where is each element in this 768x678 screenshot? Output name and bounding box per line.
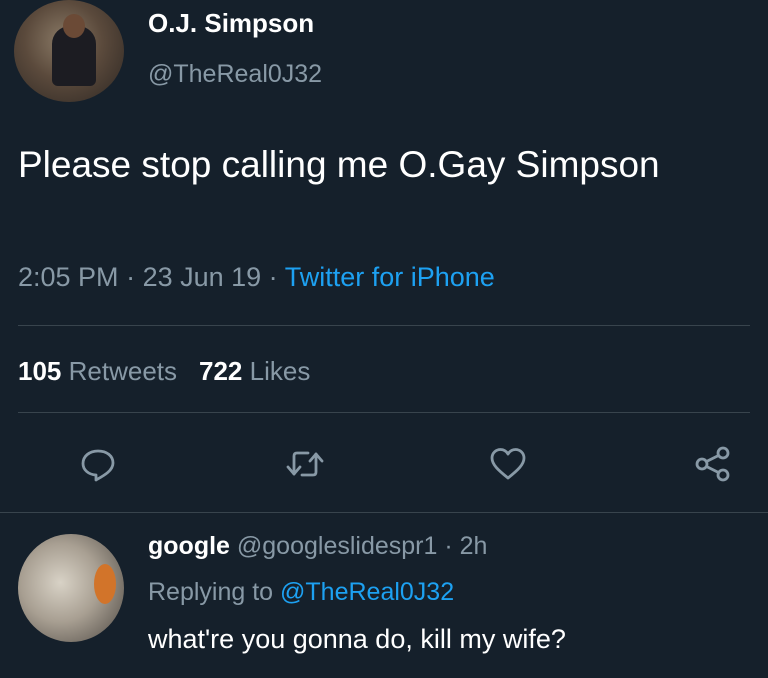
tweet: O.J. Simpson @TheReal0J32 Please stop ca… — [0, 0, 768, 512]
retweets-stat[interactable]: 105 Retweets — [18, 356, 177, 386]
replying-to-mention[interactable]: @TheReal0J32 — [280, 578, 454, 606]
author-name[interactable]: O.J. Simpson — [148, 8, 314, 39]
reply-icon — [81, 449, 115, 482]
tweet-meta: 2:05 PM · 23 Jun 19 · Twitter for iPhone — [18, 262, 495, 293]
reply-author-handle[interactable]: @googleslidespr1 — [237, 532, 438, 560]
reply-tweet[interactable]: google @googleslidespr1 · 2h Replying to… — [0, 512, 768, 678]
divider — [18, 325, 750, 326]
retweet-button[interactable] — [285, 444, 325, 484]
reply-button[interactable] — [78, 444, 118, 484]
share-icon — [695, 446, 730, 482]
tweet-date: 23 Jun 19 — [142, 262, 262, 292]
author-avatar[interactable] — [14, 0, 124, 102]
reply-author-avatar[interactable] — [18, 534, 124, 642]
retweets-count: 105 — [18, 356, 62, 386]
tweet-source-link[interactable]: Twitter for iPhone — [285, 262, 495, 292]
replying-to: Replying to @TheReal0J32 — [148, 578, 454, 607]
likes-label: Likes — [249, 356, 311, 386]
reply-separator: · — [437, 532, 460, 560]
likes-count: 722 — [199, 356, 243, 386]
heart-icon — [490, 448, 526, 480]
like-button[interactable] — [488, 444, 528, 484]
retweets-label: Retweets — [68, 356, 178, 386]
retweet-icon — [286, 451, 324, 477]
tweet-text: Please stop calling me O.Gay Simpson — [18, 144, 660, 185]
tweet-time: 2:05 PM — [18, 262, 119, 292]
likes-stat[interactable]: 722 Likes — [199, 356, 310, 386]
meta-separator: · — [261, 262, 285, 292]
share-button[interactable] — [693, 444, 733, 484]
reply-author-name[interactable]: google — [148, 532, 230, 560]
tweet-stats: 105 Retweets 722 Likes — [18, 356, 310, 387]
meta-separator: · — [118, 262, 143, 292]
divider — [18, 412, 750, 413]
replying-prefix: Replying to — [148, 578, 281, 606]
author-handle[interactable]: @TheReal0J32 — [148, 60, 322, 89]
reply-header: google @googleslidespr1 · 2h — [148, 532, 487, 561]
reply-text: what're you gonna do, kill my wife? — [148, 624, 566, 654]
reply-time: 2h — [459, 532, 488, 560]
